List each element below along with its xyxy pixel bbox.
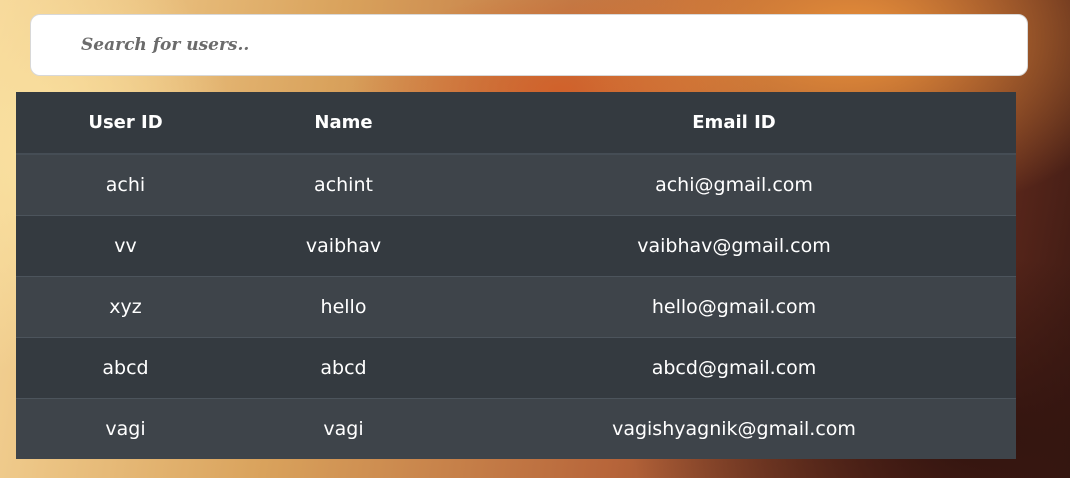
cell-name: abcd: [320, 356, 367, 379]
users-table: User ID Name Email ID achi achint achi@g…: [16, 92, 1016, 459]
cell-name: hello: [320, 295, 367, 318]
cell-email: achi@gmail.com: [655, 173, 813, 196]
table-row: vv vaibhav vaibhav@gmail.com: [16, 215, 1016, 276]
table-body: achi achint achi@gmail.com vv vaibhav va…: [16, 154, 1016, 459]
cell-name: vaibhav: [305, 234, 382, 257]
cell-user-id: vagi: [105, 417, 146, 440]
cell-name: vagi: [323, 417, 364, 440]
cell-email: vaibhav@gmail.com: [637, 234, 831, 257]
cell-email: abcd@gmail.com: [651, 356, 817, 379]
cell-user-id: xyz: [109, 295, 142, 318]
cell-name: achint: [314, 173, 373, 196]
table-row: vagi vagi vagishyagnik@gmail.com: [16, 398, 1016, 459]
cell-user-id: vv: [114, 234, 137, 257]
header-user-id: User ID: [16, 92, 235, 155]
search-box: [30, 14, 1028, 76]
cell-user-id: achi: [105, 173, 146, 196]
table-row: xyz hello hello@gmail.com: [16, 276, 1016, 337]
table-row: abcd abcd abcd@gmail.com: [16, 337, 1016, 398]
cell-email: vagishyagnik@gmail.com: [612, 417, 856, 440]
search-input[interactable]: [31, 15, 1027, 75]
table-header: User ID Name Email ID: [16, 92, 1016, 155]
table-row: achi achint achi@gmail.com: [16, 154, 1016, 215]
table-header-row: User ID Name Email ID: [16, 92, 1016, 155]
header-name: Name: [235, 92, 452, 155]
cell-user-id: abcd: [102, 356, 149, 379]
header-email-id: Email ID: [452, 92, 1016, 155]
cell-email: hello@gmail.com: [651, 295, 817, 318]
